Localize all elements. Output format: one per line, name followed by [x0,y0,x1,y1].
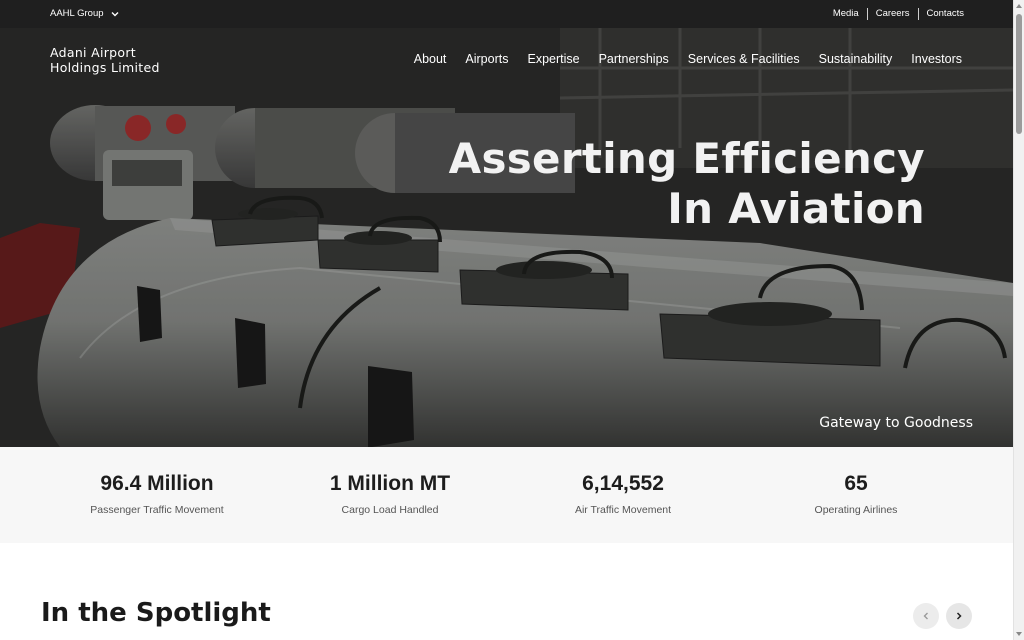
chevron-down-icon [111,11,119,16]
stat-value: 6,14,552 [582,472,664,495]
chevron-left-icon [923,612,928,620]
stat-label: Cargo Load Handled [341,504,439,516]
brand-line-2: Holdings Limited [50,60,160,75]
group-label: AAHL Group [50,8,104,19]
utility-links: Media Careers Contacts [825,8,964,20]
stat-value: 65 [844,472,868,495]
stat-cargo-load: 1 Million MT Cargo Load Handled [280,470,500,516]
stat-operating-airlines: 65 Operating Airlines [746,470,966,516]
stat-value: 1 Million MT [329,472,451,495]
stat-label: Operating Airlines [814,504,898,516]
nav-expertise[interactable]: Expertise [527,52,579,66]
scroll-down-arrow-icon[interactable] [1016,632,1022,636]
section-title-spotlight: In the Spotlight [41,598,271,628]
carousel-prev-button[interactable] [913,603,939,629]
group-selector[interactable]: AAHL Group [50,8,120,19]
brand-logo[interactable]: Adani Airport Holdings Limited [50,45,160,75]
stat-label: Passenger Traffic Movement [90,504,224,516]
nav-airports[interactable]: Airports [465,52,508,66]
top-utility-bar: AAHL Group Media Careers Contacts [0,0,1013,28]
nav-about[interactable]: About [414,52,447,66]
stat-passenger-traffic: 96.4 Million Passenger Traffic Movement [47,470,267,516]
hero-image [0,28,1013,447]
hero-headline-line-2: In Aviation [667,184,925,233]
brand-line-1: Adani Airport [50,45,136,60]
careers-link[interactable]: Careers [868,8,918,20]
stats-strip: 96.4 Million Passenger Traffic Movement … [0,447,1013,543]
scroll-up-arrow-icon[interactable] [1016,4,1022,8]
hero-tagline: Gateway to Goodness [819,415,973,431]
hero-headline: Asserting Efficiency In Aviation [449,134,925,234]
nav-sustainability[interactable]: Sustainability [819,52,893,66]
scrollbar-thumb[interactable] [1016,14,1022,134]
carousel-next-button[interactable] [946,603,972,629]
hero-banner: Adani Airport Holdings Limited About Air… [0,28,1013,447]
main-nav: About Airports Expertise Partnerships Se… [414,52,962,66]
chevron-right-icon [956,612,962,620]
stat-air-traffic: 6,14,552 Air Traffic Movement [513,470,733,516]
page-scrollbar[interactable] [1013,0,1024,640]
nav-partnerships[interactable]: Partnerships [599,52,669,66]
stat-label: Air Traffic Movement [574,504,672,516]
stat-value: 96.4 Million [100,472,214,495]
nav-investors[interactable]: Investors [911,52,962,66]
hero-headline-line-1: Asserting Efficiency [448,134,925,183]
nav-services-facilities[interactable]: Services & Facilities [688,52,800,66]
contacts-link[interactable]: Contacts [919,8,965,20]
media-link[interactable]: Media [825,8,867,20]
